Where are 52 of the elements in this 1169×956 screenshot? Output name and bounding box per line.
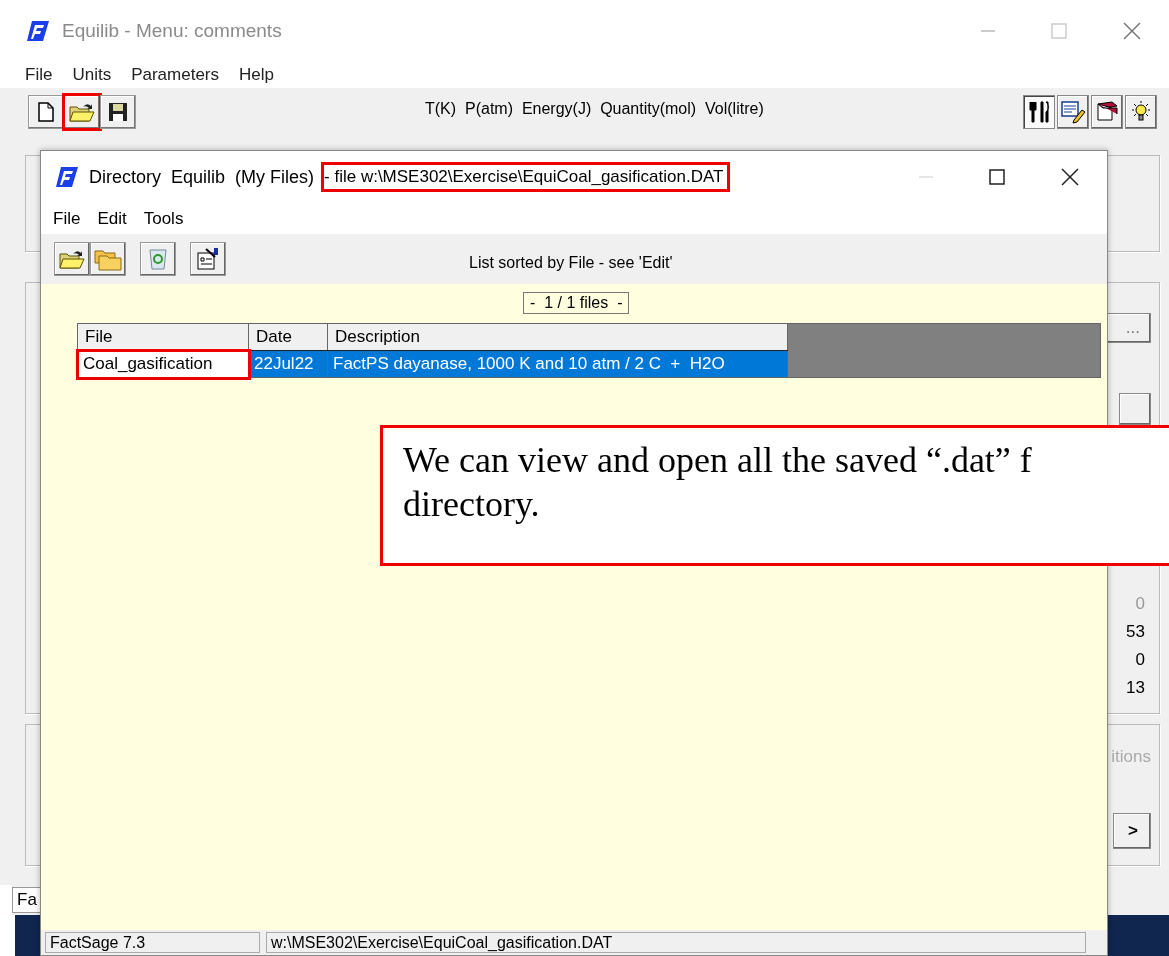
value-text: 13 [1126, 677, 1145, 699]
light-bulb-icon [1129, 100, 1153, 124]
dialog-title: Directory Equilib (My Files) [89, 166, 315, 188]
recycle-bin-icon [146, 247, 170, 271]
toolbar-button[interactable] [54, 242, 90, 276]
table-cell[interactable]: FactPS dayanase, 1000 K and 10 atm / 2 C + H2O [327, 350, 788, 378]
toolbar-button[interactable] [28, 95, 64, 129]
toolbar-button[interactable] [1057, 95, 1089, 129]
toolbar-button[interactable] [1125, 95, 1157, 129]
column-header[interactable]: Date [248, 323, 328, 351]
menu-item[interactable]: Help [239, 65, 274, 85]
list-pencil-icon [1060, 100, 1086, 124]
toolbar-button[interactable] [100, 95, 136, 129]
square-button[interactable] [1119, 393, 1151, 425]
value-text: 53 [1126, 621, 1145, 643]
maximize-icon[interactable] [989, 169, 1005, 185]
menu-item[interactable]: Parameters [131, 65, 219, 85]
next-button[interactable]: > [1113, 813, 1151, 849]
column-header[interactable]: File [77, 323, 249, 351]
conditions-label: itions [1111, 747, 1151, 767]
toolbar-button[interactable] [1091, 95, 1123, 129]
value-text: 0 [1135, 593, 1145, 615]
window-title: Equilib - Menu: comments [62, 20, 282, 42]
cutlery-icon [1027, 100, 1051, 124]
table-cell[interactable]: Coal_gasification [77, 350, 249, 378]
app-logo-icon [55, 166, 79, 188]
close-icon[interactable] [1061, 168, 1079, 186]
folders-icon [94, 247, 122, 271]
book-icon [1095, 100, 1119, 124]
menu-item[interactable]: Units [72, 65, 112, 85]
page-icon [38, 102, 54, 122]
sort-note: List sorted by File - see 'Edit' [469, 254, 673, 272]
file-counter: - 1 / 1 files - [523, 292, 630, 314]
menu-item[interactable]: Tools [143, 208, 184, 229]
toolbar-button[interactable] [1023, 95, 1055, 129]
column-header[interactable]: Description [327, 323, 788, 351]
browse-button[interactable]: ... [1107, 313, 1151, 343]
folder-icon [69, 102, 95, 122]
toolbar-button[interactable] [64, 95, 100, 129]
callout-text: We can view and open all the saved “.dat” f directory. [403, 439, 1032, 526]
toolbar-button[interactable] [190, 242, 226, 276]
folder-icon [59, 249, 85, 269]
units-label: T(K) P(atm) Energy(J) Quantity(mol) Vol(litre) [425, 100, 764, 118]
status-text: FactSage 7.3 [45, 932, 260, 953]
value-text: 0 [1135, 649, 1145, 671]
dialog-title-path: - file w:\MSE302\Exercise\EquiCoal_gasification.DAT [324, 165, 728, 189]
menu-item[interactable]: Edit [97, 208, 127, 229]
properties-icon [196, 247, 220, 271]
menu-item[interactable]: File [53, 208, 81, 229]
menu-item[interactable]: File [25, 65, 53, 85]
status-path: w:\MSE302\Exercise\EquiCoal_gasification.DAT [266, 932, 1086, 953]
app-logo-icon [26, 20, 50, 42]
